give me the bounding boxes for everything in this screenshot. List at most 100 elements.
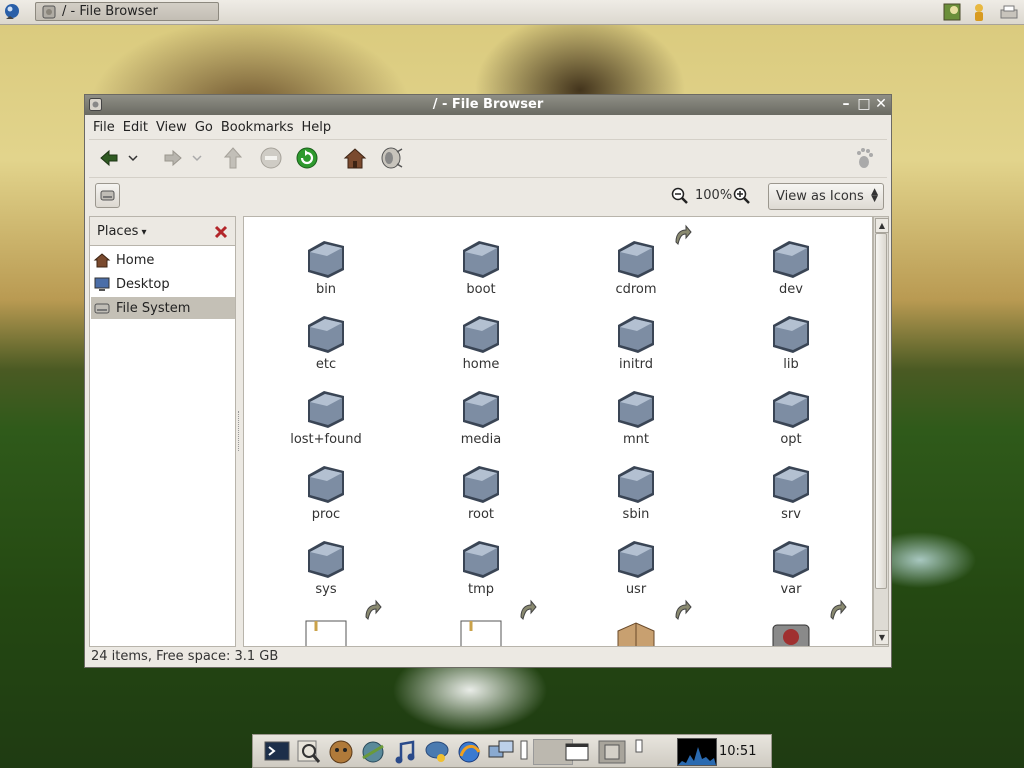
home-icon[interactable] — [341, 144, 369, 172]
maximize-icon[interactable]: □ — [857, 97, 871, 111]
terminal-icon[interactable] — [263, 738, 291, 766]
file-item[interactable]: lost+found — [264, 372, 384, 447]
location-bar: 100% View as Icons ▲ ▼ — [89, 177, 887, 214]
file-item[interactable]: dev — [729, 222, 849, 297]
file-item[interactable]: srv — [729, 447, 849, 522]
scroll-handle[interactable] — [633, 738, 645, 766]
vertical-scrollbar[interactable]: ▲ ▼ — [873, 216, 889, 647]
folder-icon — [618, 241, 654, 278]
menu-go[interactable]: Go — [195, 120, 213, 135]
folder-icon — [463, 316, 499, 353]
scroll-up-icon[interactable]: ▲ — [875, 218, 889, 233]
menu-bookmarks[interactable]: Bookmarks — [221, 120, 294, 135]
file-item[interactable]: etc — [264, 297, 384, 372]
show-desktop-icon[interactable] — [561, 738, 593, 766]
file-item[interactable]: cdrom — [574, 222, 694, 297]
workspace-switcher-icon[interactable] — [597, 738, 627, 766]
file-item-label: cdrom — [615, 282, 657, 297]
file-item-partial[interactable] — [419, 597, 539, 646]
scrollbar-thumb[interactable] — [875, 233, 887, 589]
folder-icon — [773, 466, 809, 503]
main-menu-foot-icon[interactable] — [2, 2, 24, 22]
file-item[interactable]: initrd — [574, 297, 694, 372]
sidebar-item-home[interactable]: Home — [91, 249, 235, 271]
printer-icon[interactable] — [998, 2, 1020, 22]
folder-icon — [618, 466, 654, 503]
symlink-emblem-icon — [520, 599, 537, 620]
taskbar-button-file-browser[interactable]: / - File Browser — [35, 2, 219, 21]
file-item-partial[interactable] — [729, 597, 849, 646]
file-item[interactable]: home — [419, 297, 539, 372]
file-item[interactable]: proc — [264, 447, 384, 522]
document-link-icon — [460, 620, 502, 646]
menu-edit[interactable]: Edit — [123, 120, 148, 135]
file-item-partial[interactable] — [574, 597, 694, 646]
file-item[interactable]: sys — [264, 522, 384, 597]
file-item[interactable]: lib — [729, 297, 849, 372]
file-item[interactable]: boot — [419, 222, 539, 297]
sidebar-close-icon[interactable] — [212, 223, 230, 241]
zoom-out-icon[interactable] — [671, 187, 689, 205]
file-item[interactable]: media — [419, 372, 539, 447]
folder-icon — [463, 466, 499, 503]
stop-icon[interactable] — [257, 144, 285, 172]
user-icon[interactable] — [968, 2, 990, 22]
file-item[interactable]: tmp — [419, 522, 539, 597]
back-icon[interactable] — [95, 144, 123, 172]
folder-icon — [308, 391, 344, 428]
minimize-icon[interactable]: – — [839, 97, 853, 111]
places-dropdown[interactable]: Places ▾ — [97, 224, 147, 239]
file-item-partial[interactable] — [264, 597, 384, 646]
globe-network-icon[interactable] — [359, 738, 387, 766]
file-item-label: dev — [779, 282, 803, 297]
workspace-handle[interactable] — [519, 738, 529, 766]
menu-file[interactable]: File — [93, 120, 115, 135]
sidebar-item-desktop[interactable]: Desktop — [91, 273, 235, 295]
file-item-label: bin — [315, 282, 337, 297]
file-item-label: mnt — [623, 432, 649, 447]
file-item[interactable]: opt — [729, 372, 849, 447]
scroll-down-icon[interactable]: ▼ — [875, 630, 889, 645]
clock[interactable]: 10:51 — [719, 744, 756, 759]
file-item[interactable]: var — [729, 522, 849, 597]
monkey-mail-icon[interactable] — [327, 738, 355, 766]
forward-icon[interactable] — [159, 144, 187, 172]
view-mode-select[interactable]: View as Icons ▲ ▼ — [768, 183, 884, 210]
top-panel: / - File Browser — [0, 0, 1024, 25]
file-item[interactable]: sbin — [574, 447, 694, 522]
file-item[interactable]: usr — [574, 522, 694, 597]
search-icon[interactable] — [295, 738, 323, 766]
spin-arrows-icon: ▲ ▼ — [871, 187, 878, 204]
file-item[interactable]: mnt — [574, 372, 694, 447]
sidebar-item-file-system[interactable]: File System — [91, 297, 235, 319]
location-drive-button[interactable] — [95, 183, 120, 208]
web-browser-icon[interactable] — [455, 738, 483, 766]
music-note-icon[interactable] — [391, 738, 419, 766]
file-item-label: sbin — [622, 507, 650, 522]
reload-icon[interactable] — [293, 144, 321, 172]
file-icon-view: bin boot cdrom dev etc home initrd lib lost+foun… — [243, 216, 873, 647]
file-item[interactable]: bin — [264, 222, 384, 297]
window-titlebar[interactable]: / - File Browser – □ ✕ — [85, 95, 891, 115]
status-bar: 24 items, Free space: 3.1 GB — [91, 649, 279, 664]
file-item[interactable]: root — [419, 447, 539, 522]
system-monitor-graph[interactable] — [677, 738, 717, 766]
chat-icon[interactable] — [423, 738, 451, 766]
back-history-icon[interactable] — [125, 144, 141, 172]
computer-icon[interactable] — [377, 144, 405, 172]
network-monitor-icon[interactable] — [487, 738, 515, 766]
up-icon[interactable] — [219, 144, 247, 172]
close-icon[interactable]: ✕ — [874, 97, 888, 111]
zoom-level[interactable]: 100% — [695, 188, 732, 203]
toolbar — [89, 139, 887, 176]
symlink-emblem-icon — [675, 599, 692, 620]
zoom-in-icon[interactable] — [733, 187, 751, 205]
folder-icon — [308, 541, 344, 578]
forward-history-icon[interactable] — [189, 144, 205, 172]
folder-icon — [618, 391, 654, 428]
menu-help[interactable]: Help — [301, 120, 331, 135]
menu-view[interactable]: View — [156, 120, 187, 135]
map-icon[interactable] — [942, 2, 964, 22]
folder-icon — [618, 316, 654, 353]
folder-icon — [773, 541, 809, 578]
